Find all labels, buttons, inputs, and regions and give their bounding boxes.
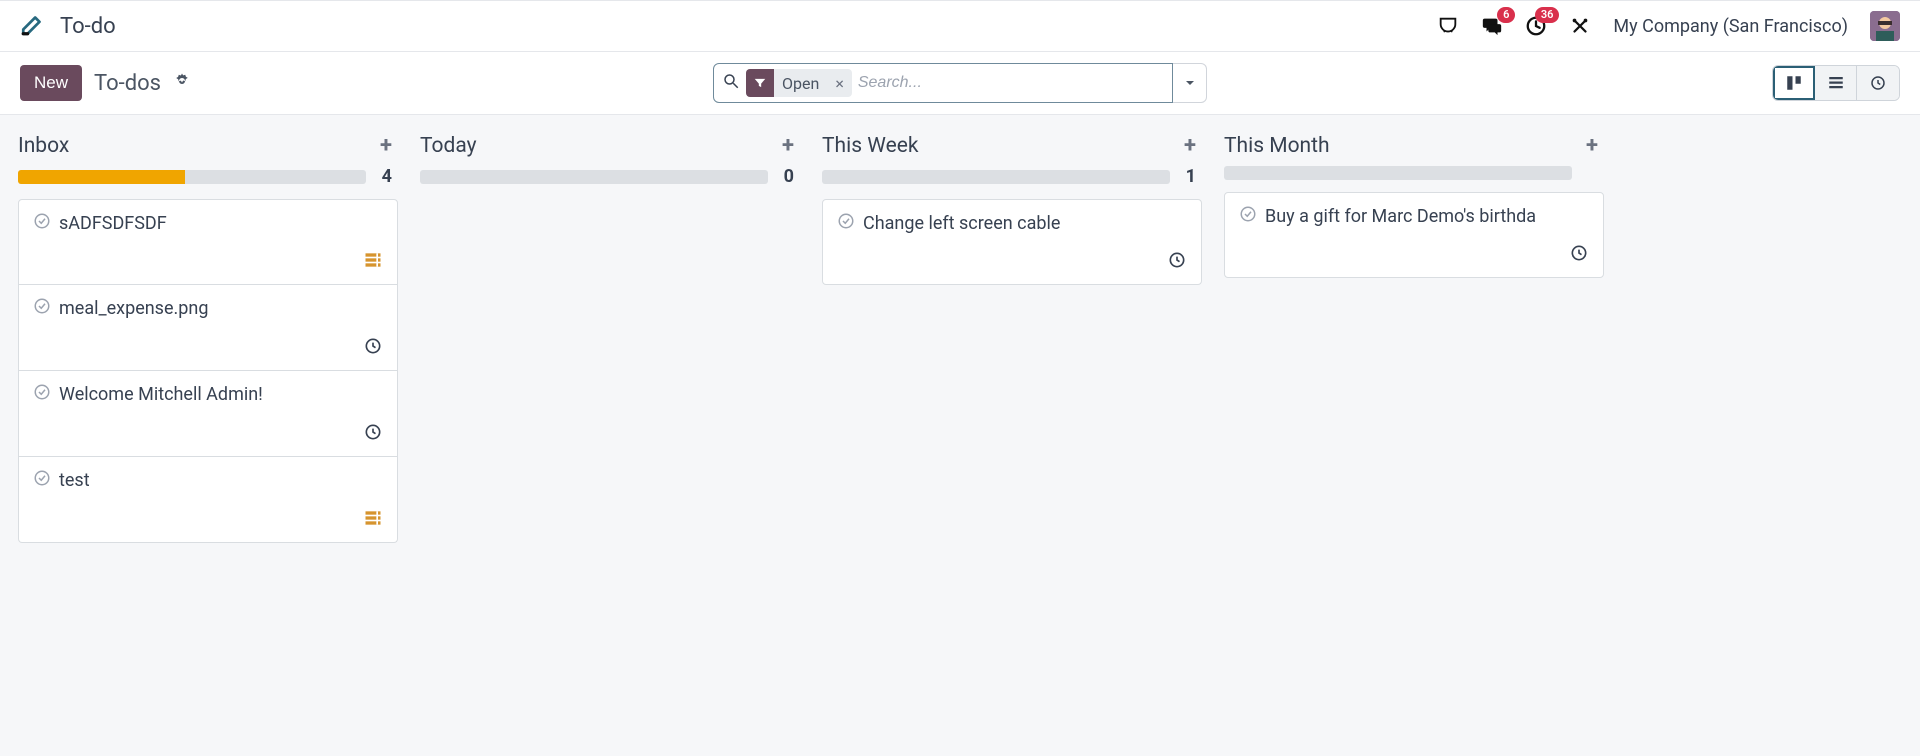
breadcrumb: To-dos [94, 71, 161, 96]
clock-icon[interactable] [1167, 250, 1187, 274]
card-footer [33, 500, 383, 532]
check-circle-icon[interactable] [33, 297, 51, 319]
column-progress-row [1224, 166, 1604, 180]
kanban-column: Inbox +4 sADFSDFSDF meal_expense.png Welcome… [18, 133, 398, 756]
column-progress-row: 0 [420, 166, 800, 187]
view-kanban-button[interactable] [1773, 66, 1815, 100]
card-title: Welcome Mitchell Admin! [59, 384, 263, 405]
tools-icon[interactable] [1569, 15, 1591, 37]
filter-chip-label: Open [774, 74, 827, 93]
column-header: This Week + [822, 133, 1202, 158]
column-progress[interactable] [420, 170, 768, 184]
search-wrap: Open × [713, 63, 1207, 103]
search-input[interactable] [858, 74, 1164, 92]
kanban-card[interactable]: Change left screen cable [822, 199, 1202, 285]
new-button[interactable]: New [20, 65, 82, 101]
column-add-button[interactable]: + [1184, 133, 1196, 158]
app-title: To-do [60, 14, 116, 39]
kanban-column: This Week +1 Change left screen cable [822, 133, 1202, 756]
kanban-column: Today +0 [420, 133, 800, 756]
kanban-card[interactable]: Buy a gift for Marc Demo's birthda [1224, 192, 1604, 278]
search-icon [722, 72, 740, 94]
filter-icon [746, 69, 774, 97]
kanban-board: Inbox +4 sADFSDFSDF meal_expense.png Welcome… [0, 114, 1920, 756]
stack-icon[interactable] [363, 250, 383, 274]
controlbar-left: New To-dos [20, 65, 191, 101]
card-title: meal_expense.png [59, 298, 208, 319]
check-circle-icon[interactable] [33, 212, 51, 234]
card-footer [33, 328, 383, 360]
stack-icon[interactable] [363, 508, 383, 532]
column-title[interactable]: Inbox [18, 134, 69, 158]
kanban-card[interactable]: test [18, 457, 398, 543]
column-header: Inbox + [18, 133, 398, 158]
filter-chip-remove[interactable]: × [827, 74, 852, 93]
column-progress[interactable] [1224, 166, 1572, 180]
check-circle-icon[interactable] [33, 383, 51, 405]
avatar[interactable] [1870, 11, 1900, 41]
kanban-card[interactable]: sADFSDFSDF [18, 199, 398, 285]
clock-icon[interactable] [1569, 243, 1589, 267]
app-icon[interactable] [20, 11, 46, 41]
column-header: This Month + [1224, 133, 1604, 158]
view-activity-button[interactable] [1857, 66, 1899, 100]
column-title[interactable]: Today [420, 134, 477, 158]
card-title: Change left screen cable [863, 213, 1060, 234]
column-title[interactable]: This Month [1224, 134, 1330, 158]
header-right: 6 36 My Company (San Francisco) [1437, 11, 1900, 41]
column-cards: Change left screen cable [822, 199, 1202, 285]
column-count: 1 [1182, 166, 1196, 187]
view-list-button[interactable] [1815, 66, 1857, 100]
column-progress-row: 4 [18, 166, 398, 187]
messages-badge: 6 [1497, 7, 1515, 23]
card-title: test [59, 470, 90, 491]
messages-icon[interactable]: 6 [1481, 15, 1503, 37]
kanban-column: This Month + Buy a gift for Marc Demo's bi… [1224, 133, 1604, 756]
activities-icon[interactable]: 36 [1525, 15, 1547, 37]
control-bar: New To-dos Open × [0, 52, 1920, 114]
card-footer [1239, 235, 1589, 267]
check-circle-icon[interactable] [837, 212, 855, 234]
column-add-button[interactable]: + [782, 133, 794, 158]
activities-badge: 36 [1535, 7, 1560, 23]
search-box[interactable]: Open × [713, 63, 1173, 103]
card-footer [837, 242, 1187, 274]
column-cards: sADFSDFSDF meal_expense.png Welcome Mitche… [18, 199, 398, 543]
card-footer [33, 242, 383, 274]
header-left: To-do [20, 11, 116, 41]
controlbar-right [1772, 65, 1900, 101]
clock-icon[interactable] [363, 422, 383, 446]
column-count: 0 [780, 166, 794, 187]
column-title[interactable]: This Week [822, 134, 918, 158]
column-add-button[interactable]: + [1586, 133, 1598, 158]
card-title: Buy a gift for Marc Demo's birthda [1265, 206, 1536, 227]
column-progress[interactable] [18, 170, 366, 184]
filter-chip: Open × [746, 69, 852, 97]
top-header: To-do 6 36 My Company (San Francisco) [0, 0, 1920, 52]
clock-icon[interactable] [363, 336, 383, 360]
kanban-card[interactable]: Welcome Mitchell Admin! [18, 371, 398, 457]
column-progress[interactable] [822, 170, 1170, 184]
view-switcher [1772, 65, 1900, 101]
card-footer [33, 414, 383, 446]
column-cards: Buy a gift for Marc Demo's birthda [1224, 192, 1604, 278]
phone-icon[interactable] [1437, 15, 1459, 37]
gear-icon[interactable] [173, 72, 191, 94]
column-header: Today + [420, 133, 800, 158]
column-count: 4 [378, 166, 392, 187]
card-title: sADFSDFSDF [59, 213, 167, 234]
search-dropdown[interactable] [1173, 63, 1207, 103]
column-progress-row: 1 [822, 166, 1202, 187]
column-add-button[interactable]: + [380, 133, 392, 158]
kanban-card[interactable]: meal_expense.png [18, 285, 398, 371]
check-circle-icon[interactable] [1239, 205, 1257, 227]
company-name[interactable]: My Company (San Francisco) [1613, 16, 1848, 37]
check-circle-icon[interactable] [33, 469, 51, 491]
